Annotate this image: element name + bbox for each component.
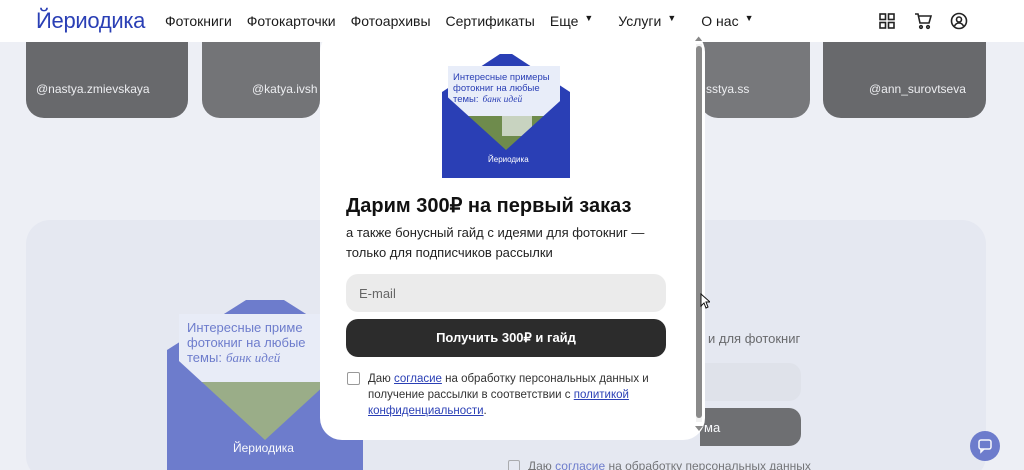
modal-subtitle: а также бонусный гайд с идеями для фоток… <box>346 225 645 260</box>
consent-prefix: Даю <box>368 373 391 385</box>
nav-item-services[interactable]: Услуги <box>618 13 661 29</box>
modal-title: Дарим 300₽ на первый заказ <box>346 195 632 217</box>
cart-icon[interactable] <box>914 12 932 30</box>
nav-item-photoarchives[interactable]: Фотоархивы <box>351 13 431 29</box>
envelope-brand: Йериодика <box>488 155 529 164</box>
scroll-thumb[interactable] <box>696 46 702 418</box>
user-icon[interactable] <box>950 12 968 30</box>
nav-item-photocards[interactable]: Фотокарточки <box>247 13 336 29</box>
consent-checkbox[interactable] <box>347 372 360 385</box>
consent-link[interactable]: согласие <box>394 373 442 385</box>
envelope-text-line: темы: <box>453 94 479 105</box>
nav-item-about[interactable]: О нас <box>701 13 738 29</box>
nav-item-more[interactable]: Еще <box>550 13 579 29</box>
main-nav: Фотокниги Фотокарточки Фотоархивы Сертиф… <box>165 13 779 29</box>
scroll-down-arrow[interactable] <box>695 426 703 431</box>
consent-text: Даю согласие на обработку персональных д… <box>368 371 658 419</box>
envelope-handwriting: банк идей <box>483 94 523 105</box>
chevron-down-icon: ▼ <box>744 13 754 23</box>
mouse-cursor-icon <box>700 293 710 309</box>
envelope-text-line: фотокниг на любые <box>453 83 540 94</box>
modal-scrollbar[interactable] <box>695 34 703 434</box>
consent-end: . <box>483 405 487 417</box>
get-bonus-button[interactable]: Получить 300₽ и гайд <box>346 319 666 357</box>
chevron-down-icon: ▼ <box>667 13 677 23</box>
envelope-illustration: Интересные примеры фотокниг на любые темы:… <box>442 54 570 178</box>
site-logo[interactable]: Йериодика <box>36 8 145 34</box>
chevron-down-icon: ▼ <box>584 13 594 23</box>
nav-item-certificates[interactable]: Сертификаты <box>446 13 535 29</box>
nav-item-photobooks[interactable]: Фотокниги <box>165 13 232 29</box>
envelope-text-line: Интересные примеры <box>453 72 550 83</box>
grid-icon[interactable] <box>878 12 896 30</box>
email-field[interactable] <box>346 274 666 312</box>
close-icon[interactable] <box>402 49 416 63</box>
header-icons <box>878 12 968 30</box>
scroll-up-arrow[interactable] <box>695 36 703 41</box>
promo-modal: Интересные примеры фотокниг на любые темы:… <box>320 30 705 440</box>
